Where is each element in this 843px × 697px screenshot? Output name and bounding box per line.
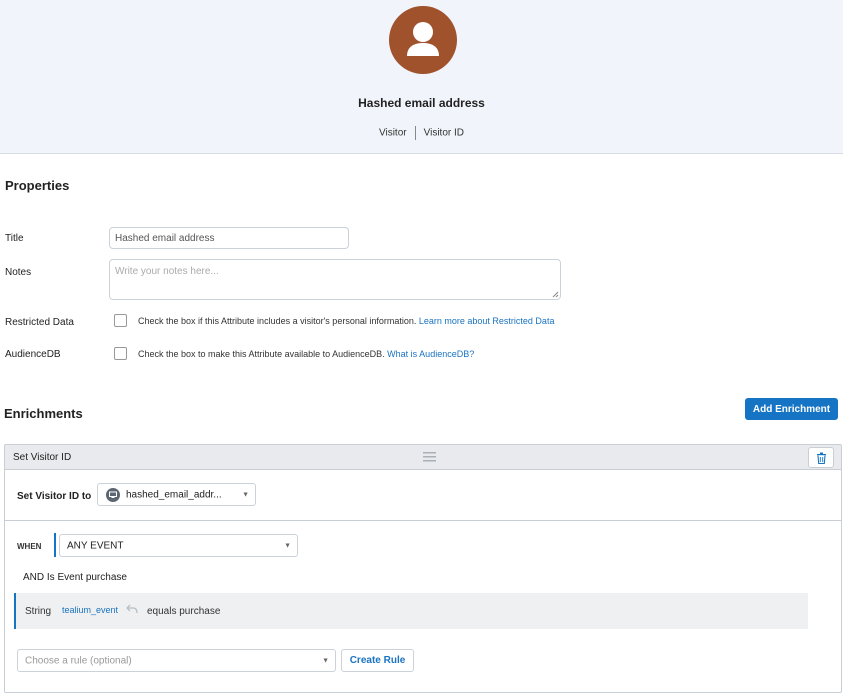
notes-label: Notes (5, 267, 32, 278)
when-event-select[interactable]: ANY EVENT ▼ (59, 534, 298, 557)
create-rule-button[interactable]: Create Rule (341, 649, 414, 672)
visitor-attribute-select[interactable]: hashed_email_addr... ▼ (97, 483, 256, 506)
drag-handle-icon[interactable] (423, 451, 436, 463)
condition-operator: equals purchase (147, 606, 221, 617)
set-visitor-row: Set Visitor ID to hashed_email_addr... ▼ (5, 471, 841, 521)
notes-field-wrap (109, 259, 561, 300)
audiencedb-checkbox[interactable] (114, 347, 127, 360)
add-enrichment-button[interactable]: Add Enrichment (745, 398, 838, 420)
and-prefix: AND (23, 572, 45, 583)
enrichment-card: Set Visitor ID Set Visitor ID to hashed_… (4, 444, 842, 693)
notes-textarea[interactable] (109, 259, 561, 300)
chevron-down-icon: ▼ (284, 542, 291, 549)
when-event-value: ANY EVENT (67, 540, 124, 551)
rule-select[interactable]: Choose a rule (optional) ▼ (17, 649, 336, 672)
meta-divider (414, 126, 416, 140)
attribute-header: Hashed email address Visitor Visitor ID (0, 0, 843, 154)
person-icon (407, 22, 439, 56)
audiencedb-help: Check the box to make this Attribute ava… (138, 349, 474, 359)
rule-condition-row: String tealium_event equals purchase (14, 593, 808, 629)
attribute-title: Hashed email address (358, 96, 485, 110)
audiencedb-link[interactable]: What is AudienceDB? (387, 349, 474, 359)
attribute-meta: Visitor Visitor ID (0, 126, 843, 140)
restricted-data-link[interactable]: Learn more about Restricted Data (419, 316, 555, 326)
condition-attribute[interactable]: tealium_event (62, 605, 118, 615)
when-label: WHEN (17, 542, 42, 551)
enrichments-heading: Enrichments (4, 406, 83, 421)
enrichment-card-title: Set Visitor ID (13, 452, 72, 463)
and-rule-name: Is Event purchase (46, 572, 127, 583)
rule-select-placeholder: Choose a rule (optional) (25, 655, 132, 666)
properties-heading: Properties (5, 178, 70, 193)
enrichment-card-header: Set Visitor ID (5, 445, 841, 470)
when-indicator (54, 533, 56, 557)
title-input[interactable] (109, 227, 349, 249)
trash-icon (817, 452, 826, 464)
restricted-data-label: Restricted Data (5, 317, 74, 328)
and-rule-line: AND Is Event purchase (23, 572, 127, 583)
chevron-down-icon: ▼ (242, 491, 249, 498)
audiencedb-label: AudienceDB (5, 349, 61, 360)
resize-grip-icon[interactable] (552, 291, 559, 298)
set-visitor-label: Set Visitor ID to (17, 491, 92, 502)
visitor-attribute-value: hashed_email_addr... (126, 489, 222, 500)
attribute-avatar (389, 6, 457, 74)
visitor-attribute-icon (106, 488, 120, 502)
title-label: Title (5, 233, 24, 244)
restricted-data-checkbox[interactable] (114, 314, 127, 327)
restricted-data-help: Check the box if this Attribute includes… (138, 316, 554, 326)
attribute-scope: Visitor (379, 127, 407, 139)
chevron-down-icon: ▼ (322, 657, 329, 664)
restricted-data-text: Check the box if this Attribute includes… (138, 316, 417, 326)
attribute-type: Visitor ID (423, 127, 464, 139)
condition-type: String (25, 606, 52, 617)
audiencedb-text: Check the box to make this Attribute ava… (138, 349, 385, 359)
undo-icon (126, 604, 138, 614)
delete-enrichment-button[interactable] (808, 447, 834, 468)
